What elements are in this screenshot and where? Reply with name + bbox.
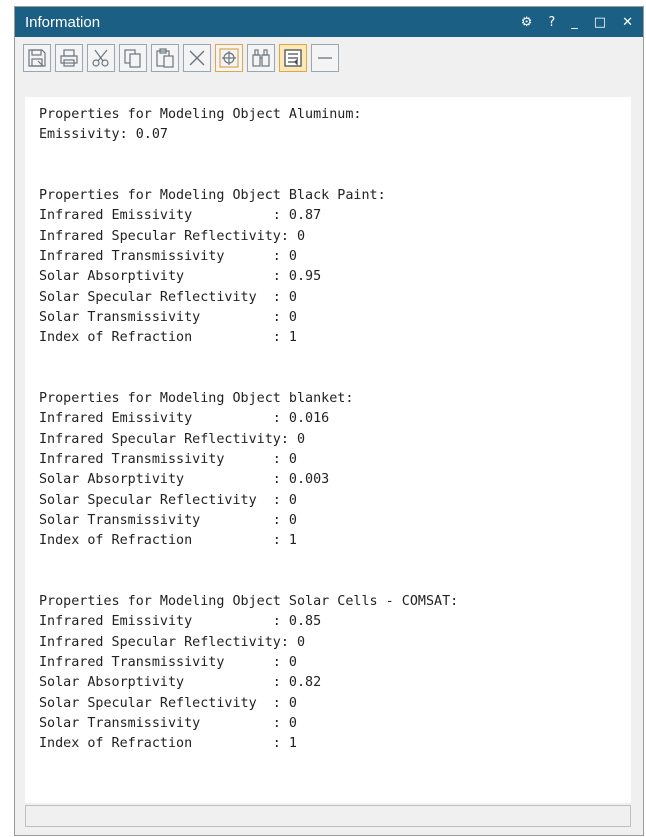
cut-icon <box>92 49 109 67</box>
paste-icon <box>156 48 174 68</box>
find-icon <box>252 49 270 67</box>
word-wrap-icon <box>284 49 302 67</box>
target-icon <box>219 48 239 68</box>
window-title: Information <box>25 13 101 31</box>
settings-icon[interactable]: ⚙ <box>521 16 533 29</box>
title-bar[interactable]: Information ⚙ ? _ □ ✕ <box>15 7 643 37</box>
report-text: Properties for Modeling Object Aluminum:… <box>39 107 459 752</box>
close-icon[interactable]: ✕ <box>622 16 633 29</box>
maximize-icon[interactable]: □ <box>594 16 606 29</box>
cut-button[interactable] <box>87 44 115 72</box>
print-button[interactable] <box>55 44 83 72</box>
help-icon[interactable]: ? <box>548 16 555 29</box>
window-controls: ⚙ ? _ □ ✕ <box>521 16 633 29</box>
print-icon <box>60 49 78 67</box>
word-wrap-button[interactable] <box>279 44 307 72</box>
delete-icon <box>189 50 205 66</box>
find-button[interactable] <box>247 44 275 72</box>
minus-icon <box>318 57 332 59</box>
copy-icon <box>124 49 141 68</box>
report-text-area[interactable]: Properties for Modeling Object Aluminum:… <box>25 97 631 803</box>
minus-button[interactable] <box>311 44 339 72</box>
status-bar <box>25 805 631 827</box>
minimize-icon[interactable]: _ <box>571 16 578 29</box>
delete-button[interactable] <box>183 44 211 72</box>
copy-button[interactable] <box>119 44 147 72</box>
toolbar <box>15 37 643 79</box>
save-button[interactable] <box>23 44 51 72</box>
information-window: Information ⚙ ? _ □ ✕ Properties for Mod… <box>14 6 644 836</box>
save-icon <box>28 49 46 67</box>
paste-button[interactable] <box>151 44 179 72</box>
target-button[interactable] <box>215 44 243 72</box>
